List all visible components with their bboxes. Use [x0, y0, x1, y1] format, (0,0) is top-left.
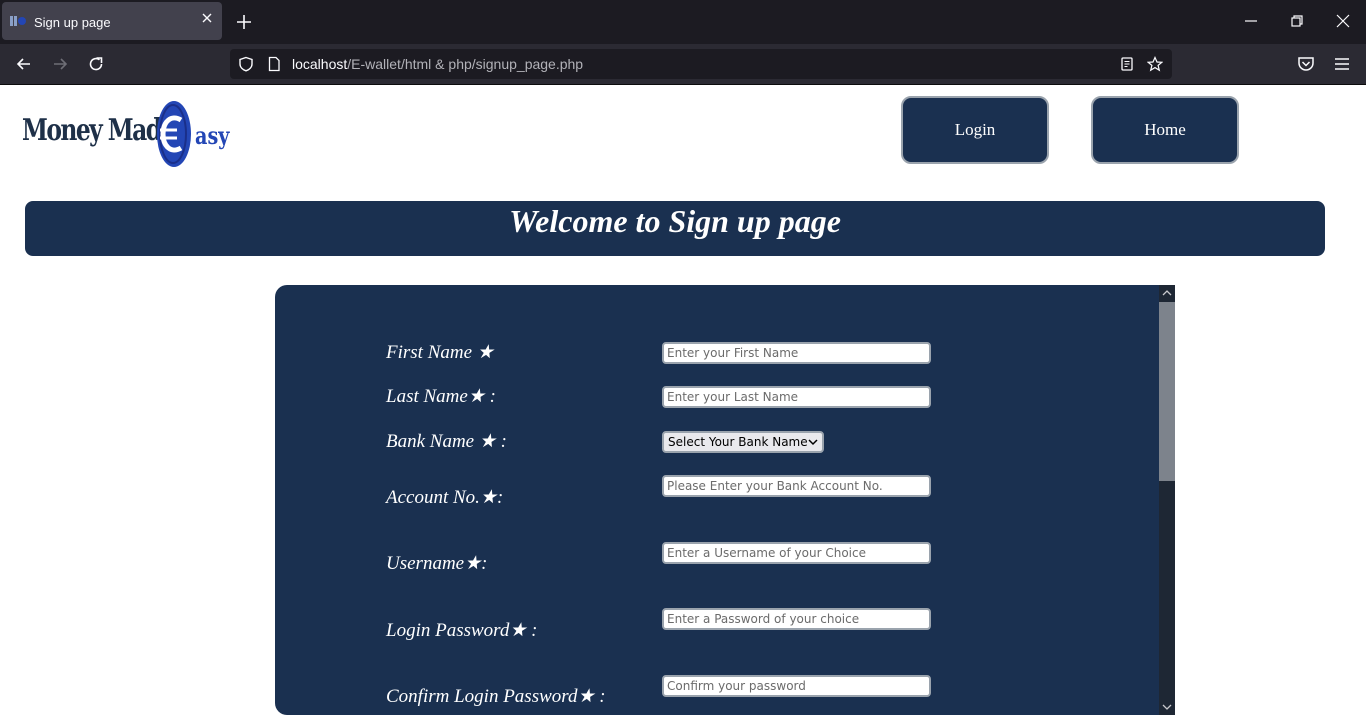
- welcome-banner: Welcome to Sign up page: [25, 201, 1325, 256]
- first-name-input[interactable]: [662, 342, 931, 364]
- first-name-label: First Name ★: [386, 342, 494, 363]
- scroll-down-arrow-icon[interactable]: [1159, 699, 1175, 715]
- restore-icon[interactable]: [1288, 12, 1306, 30]
- bank-name-label: Bank Name ★ :: [386, 431, 507, 452]
- scroll-up-arrow-icon[interactable]: [1159, 285, 1175, 301]
- browser-tab-bar: Sign up page: [0, 0, 1366, 44]
- reload-icon[interactable]: [86, 54, 106, 74]
- page-info-icon[interactable]: [266, 56, 282, 72]
- form-scrollbar[interactable]: [1159, 285, 1175, 715]
- new-tab-icon[interactable]: [234, 12, 254, 32]
- chevron-down-icon: [808, 439, 818, 446]
- browser-tab[interactable]: Sign up page: [2, 2, 222, 40]
- bank-name-select[interactable]: Select Your Bank Name: [662, 431, 824, 453]
- username-label: Username★:: [386, 553, 488, 574]
- minimize-icon[interactable]: [1242, 12, 1260, 30]
- close-tab-icon[interactable]: [200, 11, 214, 25]
- home-button[interactable]: Home: [1091, 96, 1239, 164]
- account-no-input[interactable]: [662, 475, 931, 497]
- login-password-input[interactable]: [662, 608, 931, 630]
- reader-view-icon[interactable]: [1119, 56, 1135, 72]
- bank-name-selected: Select Your Bank Name: [668, 435, 808, 449]
- last-name-label: Last Name★ :: [386, 386, 496, 407]
- forward-arrow-icon[interactable]: [50, 54, 70, 74]
- logo-text: Money Made: [22, 113, 175, 148]
- url-text[interactable]: localhost/E-wallet/html & php/signup_pag…: [292, 56, 583, 72]
- close-window-icon[interactable]: [1334, 12, 1352, 30]
- site-favicon-icon: [10, 16, 26, 26]
- account-no-label: Account No.★:: [386, 487, 504, 508]
- page-title: Welcome to Sign up page: [509, 203, 841, 239]
- confirm-password-input[interactable]: [662, 675, 931, 697]
- money-made-easy-logo[interactable]: Money Made asy: [22, 99, 229, 169]
- pocket-icon[interactable]: [1296, 54, 1316, 74]
- back-arrow-icon[interactable]: [14, 54, 34, 74]
- login-button[interactable]: Login: [901, 96, 1049, 164]
- tab-title: Sign up page: [34, 15, 111, 30]
- shield-icon[interactable]: [238, 56, 254, 72]
- address-bar[interactable]: localhost/E-wallet/html & php/signup_pag…: [230, 49, 1172, 79]
- username-input[interactable]: [662, 542, 931, 564]
- url-host: localhost: [292, 56, 348, 72]
- url-path: /E-wallet/html & php/signup_page.php: [347, 56, 584, 72]
- confirm-password-label: Confirm Login Password★ :: [386, 686, 606, 707]
- logo-tail-text: asy: [195, 121, 230, 150]
- browser-nav-bar: localhost/E-wallet/html & php/signup_pag…: [0, 44, 1366, 85]
- page-content: Money Made asy Login Home Welcome to Sig…: [0, 85, 1366, 727]
- login-password-label: Login Password★ :: [386, 620, 538, 641]
- hamburger-menu-icon[interactable]: [1332, 54, 1352, 74]
- last-name-input[interactable]: [662, 386, 931, 408]
- scroll-thumb[interactable]: [1159, 302, 1175, 481]
- bookmark-star-icon[interactable]: [1147, 56, 1163, 72]
- signup-form: First Name ★ Last Name★ : Bank Name ★ : …: [275, 285, 1175, 715]
